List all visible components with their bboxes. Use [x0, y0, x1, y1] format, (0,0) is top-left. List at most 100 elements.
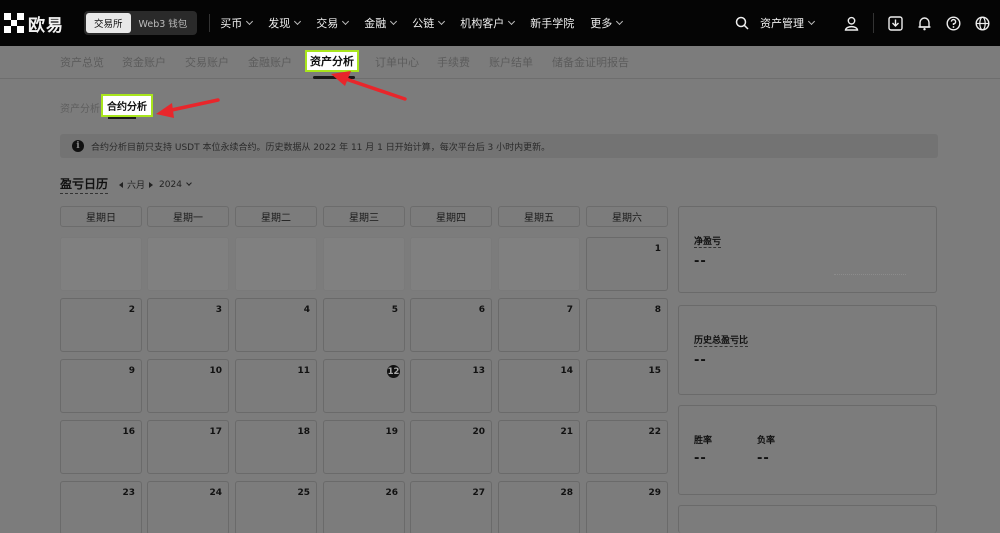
loss-rate-label: 负率	[757, 436, 776, 446]
calendar-day[interactable]: 9	[60, 359, 142, 413]
calendar-day-number: 28	[560, 488, 573, 498]
month-label[interactable]: 六月	[127, 178, 145, 191]
calendar-day-number: 18	[297, 427, 310, 437]
calendar-day-empty	[235, 237, 317, 291]
calendar-day[interactable]: 20	[410, 420, 492, 474]
calendar-day[interactable]: 17	[147, 420, 229, 474]
loss-rate-value: --	[757, 451, 770, 466]
env-tab-web3-wallet[interactable]: Web3 钱包	[131, 13, 196, 33]
calendar-day[interactable]: 21	[498, 420, 580, 474]
tab-account-statement[interactable]: 账户结单	[489, 54, 533, 70]
chevron-down-icon[interactable]	[186, 180, 192, 186]
calendar-day[interactable]: 6	[410, 298, 492, 352]
tab-proof-of-reserves[interactable]: 储备金证明报告	[552, 54, 629, 70]
nav-label: 发现	[268, 17, 291, 30]
calendar-day[interactable]: 3	[147, 298, 229, 352]
calendar-day[interactable]: 12	[323, 359, 405, 413]
prev-month-icon[interactable]	[119, 181, 123, 188]
nav-discover[interactable]: 发现	[268, 15, 302, 31]
info-notice: i 合约分析目前只支持 USDT 本位永续合约。历史数据从 2022 年 11 …	[60, 134, 938, 158]
nav-more[interactable]: 更多	[590, 15, 624, 31]
env-switch: 交易所 Web3 钱包	[84, 11, 198, 35]
chevron-down-icon	[508, 17, 516, 26]
tab-funding-account[interactable]: 资金账户	[122, 54, 166, 70]
weekday-header: 星期一	[147, 206, 229, 227]
active-subtab-indicator	[108, 117, 136, 119]
chevron-down-icon	[438, 17, 446, 26]
search-icon[interactable]	[734, 15, 750, 31]
help-icon[interactable]	[945, 15, 961, 31]
user-icon[interactable]	[843, 15, 859, 31]
next-month-icon[interactable]	[149, 181, 154, 188]
chevron-down-icon	[294, 17, 302, 26]
tab-fees[interactable]: 手续费	[437, 54, 470, 70]
calendar-day-number: 27	[472, 488, 485, 498]
chevron-down-icon	[390, 17, 398, 26]
total-pnl-ratio-label: 历史总盈亏比	[694, 333, 749, 347]
sub-tab-contract-analysis[interactable]: 合约分析	[101, 94, 153, 117]
net-pnl-value: --	[694, 254, 707, 269]
brand-logo[interactable]: 欧易	[4, 11, 76, 36]
assets-menu[interactable]: 资产管理	[760, 15, 816, 31]
calendar-day[interactable]: 23	[60, 481, 142, 533]
net-pnl-card: 净盈亏 --	[678, 206, 937, 293]
tab-trading-account[interactable]: 交易账户	[185, 54, 229, 70]
nav-label: 新手学院	[530, 17, 575, 30]
calendar-day[interactable]: 11	[235, 359, 317, 413]
calendar-day-empty	[147, 237, 229, 291]
calendar-day[interactable]: 27	[410, 481, 492, 533]
calendar-day[interactable]: 10	[147, 359, 229, 413]
calendar-day[interactable]: 14	[498, 359, 580, 413]
nav-chain[interactable]: 公链	[412, 15, 446, 31]
nav-academy[interactable]: 新手学院	[530, 15, 574, 31]
calendar-day-number: 26	[385, 488, 398, 498]
year-select[interactable]: 2024	[159, 180, 182, 190]
calendar-day[interactable]: 26	[323, 481, 405, 533]
top-navigation-bar: 欧易 交易所 Web3 钱包 买币 发现 交易 金融 公链 机构客户 新手学院 …	[0, 0, 1000, 46]
nav-buy-crypto[interactable]: 买币	[220, 15, 254, 31]
calendar-day[interactable]: 22	[586, 420, 668, 474]
calendar-day[interactable]: 19	[323, 420, 405, 474]
download-icon[interactable]	[887, 15, 903, 31]
pnl-calendar-title: 盈亏日历	[60, 175, 109, 194]
calendar-day-number: 22	[648, 427, 661, 437]
calendar-day[interactable]: 15	[586, 359, 668, 413]
calendar-day-number: 9	[128, 366, 135, 376]
chevron-down-icon	[342, 17, 350, 26]
total-pnl-ratio-value: --	[694, 353, 707, 368]
calendar-day[interactable]: 2	[60, 298, 142, 352]
calendar-day-number: 15	[648, 366, 661, 376]
calendar-day[interactable]: 24	[147, 481, 229, 533]
calendar-day[interactable]: 25	[235, 481, 317, 533]
calendar-day[interactable]: 5	[323, 298, 405, 352]
weekday-header: 星期五	[498, 206, 580, 227]
tab-asset-overview[interactable]: 资产总览	[60, 54, 104, 70]
nav-trade[interactable]: 交易	[316, 15, 350, 31]
calendar-day[interactable]: 18	[235, 420, 317, 474]
calendar-day-number: 29	[648, 488, 661, 498]
sub-tab-asset-analysis[interactable]: 资产分析	[60, 100, 100, 115]
calendar-day[interactable]: 28	[498, 481, 580, 533]
calendar-day-number: 11	[297, 366, 310, 376]
env-tab-exchange[interactable]: 交易所	[86, 13, 131, 33]
globe-icon[interactable]	[974, 15, 990, 31]
nav-finance[interactable]: 金融	[364, 15, 398, 31]
tab-earn-account[interactable]: 金融账户	[248, 54, 292, 70]
win-rate-card: 胜率 -- 负率 --	[678, 405, 937, 495]
calendar-day[interactable]: 1	[586, 237, 668, 291]
calendar-day[interactable]: 16	[60, 420, 142, 474]
calendar-day-number: 6	[478, 305, 485, 315]
nav-institutional[interactable]: 机构客户	[460, 15, 516, 31]
calendar-day-number: 7	[566, 305, 573, 315]
month-selector: 六月 2024	[119, 178, 192, 191]
calendar-day[interactable]: 13	[410, 359, 492, 413]
chevron-down-icon	[616, 17, 624, 26]
calendar-day-number: 14	[560, 366, 573, 376]
calendar-day[interactable]: 29	[586, 481, 668, 533]
calendar-day[interactable]: 4	[235, 298, 317, 352]
calendar-day[interactable]: 8	[586, 298, 668, 352]
calendar-day[interactable]: 7	[498, 298, 580, 352]
bell-icon[interactable]	[916, 15, 932, 31]
chevron-down-icon	[246, 17, 254, 26]
nav-label: 更多	[590, 17, 613, 30]
